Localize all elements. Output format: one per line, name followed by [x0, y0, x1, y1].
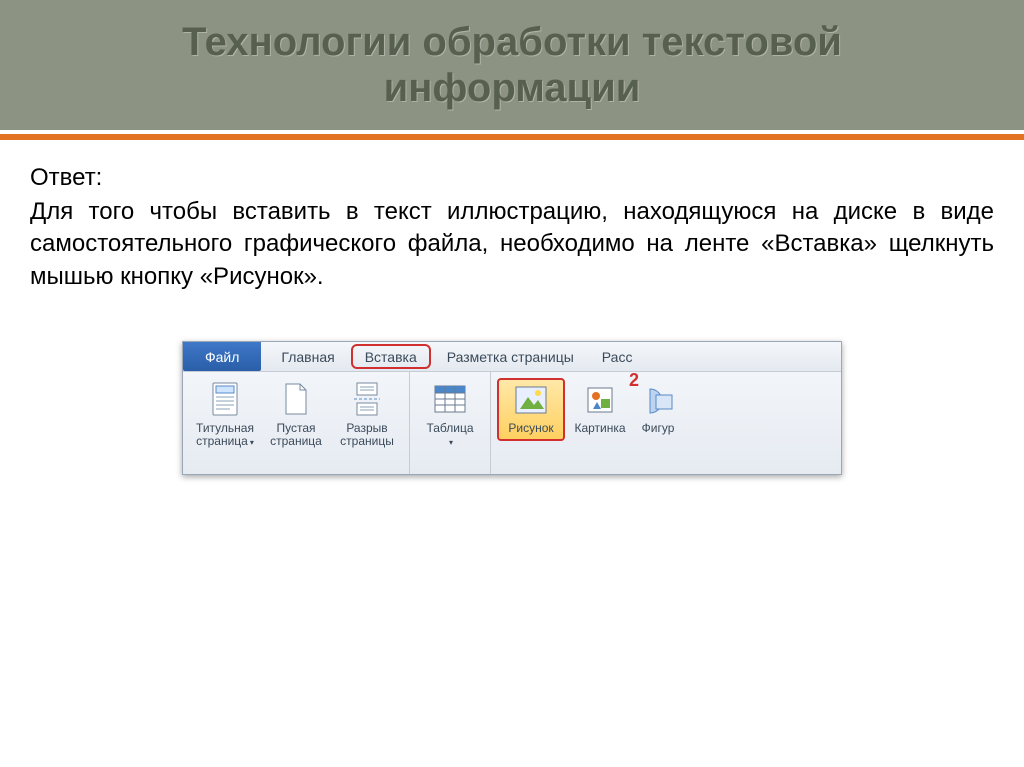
tab-home-label: Главная: [281, 349, 334, 365]
tab-file[interactable]: Файл: [183, 342, 261, 371]
cover-page-label: Титульная страница: [196, 421, 254, 448]
picture-icon: [513, 382, 549, 418]
picture-label: Рисунок: [508, 422, 553, 435]
table-icon: [432, 382, 468, 418]
title-line-1: Технологии обработки текстовой: [182, 20, 842, 64]
tab-page-layout[interactable]: Разметка страницы: [433, 342, 588, 371]
table-label: Таблица: [426, 421, 473, 435]
tab-file-label: Файл: [205, 349, 239, 365]
shapes-label: Фигур: [642, 422, 675, 435]
page-break-icon: [349, 382, 385, 418]
word-ribbon-screenshot: 1 2 Файл Главная Вставка Разметка страни…: [182, 341, 842, 475]
page-break-button[interactable]: Разрыв страницы: [331, 380, 403, 448]
tab-mailings[interactable]: Расс: [588, 342, 633, 371]
cover-page-icon: [207, 382, 243, 418]
answer-text: Для того чтобы вставить в текст иллюстра…: [30, 196, 994, 293]
clipart-icon: [582, 382, 618, 418]
ribbon-tabs: Файл Главная Вставка Разметка страницы Р…: [183, 342, 841, 372]
tab-insert-label: Вставка: [365, 349, 417, 365]
cover-page-button[interactable]: Титульная страница▾: [189, 380, 261, 448]
annotation-marker-2: 2: [629, 370, 639, 391]
blank-page-label: Пустая страница: [265, 422, 327, 448]
tab-layout-label: Разметка страницы: [447, 349, 574, 365]
shapes-button[interactable]: Фигур: [635, 380, 681, 435]
answer-label: Ответ:: [30, 164, 994, 192]
clipart-button[interactable]: Картинка: [569, 380, 631, 435]
tab-home[interactable]: Главная: [267, 342, 348, 371]
dropdown-arrow-icon: ▾: [449, 438, 453, 447]
group-pages: Титульная страница▾ Пустая страница: [183, 372, 410, 474]
divider-bar: [0, 130, 1024, 140]
slide-title: Технологии обработки текстовой информаци…: [182, 19, 842, 111]
blank-page-button[interactable]: Пустая страница: [265, 380, 327, 448]
picture-button[interactable]: Рисунок: [497, 378, 565, 441]
clipart-label: Картинка: [574, 422, 625, 435]
title-line-2: информации: [384, 66, 641, 110]
shapes-icon: [640, 382, 676, 418]
tab-insert[interactable]: Вставка: [351, 344, 431, 369]
tab-mail-label: Расс: [602, 349, 633, 365]
blank-page-icon: [278, 382, 314, 418]
content-area: Ответ: Для того чтобы вставить в текст и…: [0, 140, 1024, 475]
slide-header: Технологии обработки текстовой информаци…: [0, 0, 1024, 130]
group-illustrations: Рисунок Картинка: [491, 372, 687, 474]
dropdown-arrow-icon: ▾: [250, 438, 254, 447]
group-tables: Таблица ▾: [410, 372, 491, 474]
table-button[interactable]: Таблица ▾: [416, 380, 484, 448]
ribbon-body: Титульная страница▾ Пустая страница: [183, 372, 841, 474]
page-break-label: Разрыв страницы: [331, 422, 403, 448]
